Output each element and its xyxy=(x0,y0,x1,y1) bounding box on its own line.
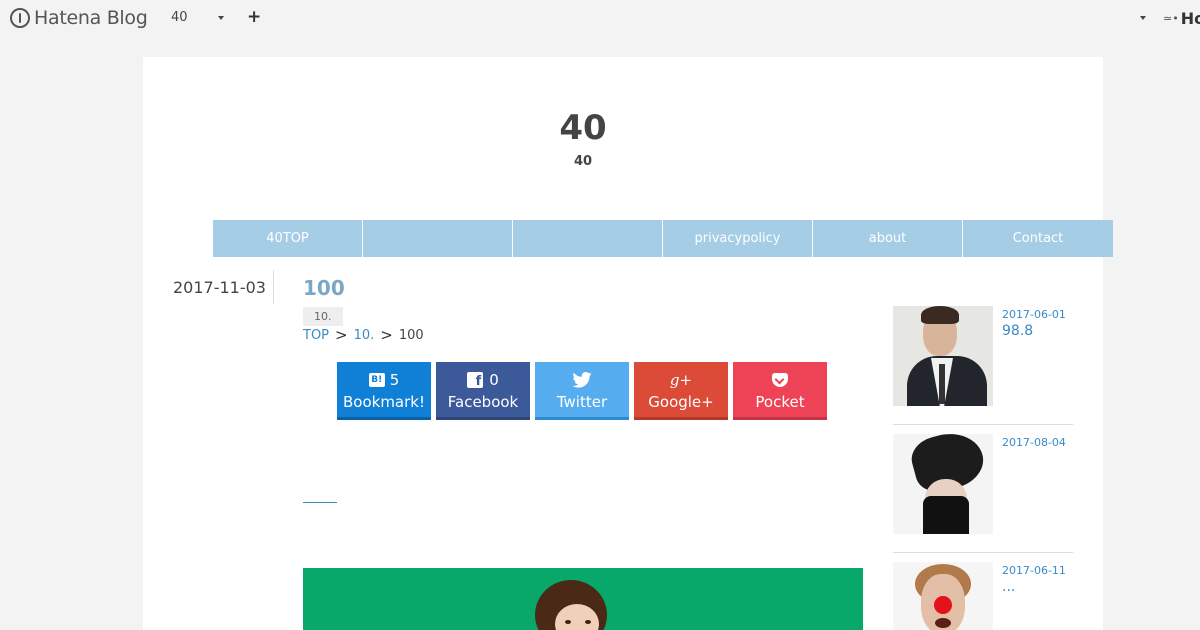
facebook-count: 0 xyxy=(489,370,499,389)
sidebar-thumbnail[interactable] xyxy=(893,562,993,630)
share-buttons: B! 5 Bookmark! f 0 Facebook Twitter g+ G… xyxy=(337,362,832,420)
pocket-icon xyxy=(772,372,788,387)
bookmark-count: 5 xyxy=(389,370,400,389)
thumb-dress xyxy=(923,496,969,534)
nav-item-top[interactable]: 40TOP xyxy=(213,220,363,257)
site-title[interactable]: 40 xyxy=(143,108,1023,148)
nav-item-about[interactable]: about xyxy=(813,220,963,257)
thumb-tie xyxy=(939,364,945,404)
breadcrumb-separator: > xyxy=(335,326,348,344)
hatena-bookmark-icon: B! xyxy=(368,372,385,387)
sidebar-entry-title[interactable]: 98.8 xyxy=(1002,323,1033,339)
hero-eye xyxy=(565,620,571,624)
top-bar: Hatena Blog 40 + ≃• Ho xyxy=(0,0,1200,38)
thumb-hair xyxy=(921,306,959,324)
google-plus-share-button[interactable]: g+ Google+ xyxy=(634,362,728,420)
entry-link[interactable] xyxy=(303,502,337,503)
category-badge[interactable]: 10. xyxy=(303,307,343,326)
breadcrumb-top-link[interactable]: TOP xyxy=(303,328,329,343)
pocket-share-button[interactable]: Pocket xyxy=(733,362,827,420)
breadcrumb-separator: > xyxy=(380,326,393,344)
date-divider xyxy=(273,270,274,304)
pocket-label: Pocket xyxy=(755,392,805,411)
nav-item-2[interactable] xyxy=(363,220,513,257)
entry-title[interactable]: 100 xyxy=(303,276,345,300)
right-logo-text: Ho xyxy=(1180,9,1200,28)
facebook-icon: f xyxy=(467,371,484,388)
hatena-mark-icon: ≃• xyxy=(1163,12,1179,25)
logo-text: Hatena Blog xyxy=(34,7,148,29)
nav-item-privacy-policy[interactable]: privacypolicy xyxy=(663,220,813,257)
entry-hero-image xyxy=(303,568,863,630)
twitter-share-button[interactable]: Twitter xyxy=(535,362,629,420)
thumb-mouth xyxy=(935,618,951,628)
chevron-down-icon[interactable] xyxy=(1140,16,1146,20)
facebook-label: Facebook xyxy=(447,392,519,411)
nav-item-3[interactable] xyxy=(513,220,663,257)
google-plus-icon: g+ xyxy=(669,370,693,389)
global-nav: 40TOP privacypolicy about Contact xyxy=(213,220,1113,257)
twitter-bird-icon xyxy=(572,371,592,388)
blog-selector[interactable]: 40 xyxy=(171,10,188,25)
nav-item-contact[interactable]: Contact xyxy=(963,220,1113,257)
thumb-clown-nose xyxy=(934,596,952,614)
hatena-logo-icon xyxy=(10,8,30,28)
breadcrumb-current: 100 xyxy=(398,327,424,343)
google-plus-label: Google+ xyxy=(648,392,714,411)
site-subtitle: 40 xyxy=(573,154,593,169)
bookmark-label: Bookmark! xyxy=(342,392,425,411)
hatena-bookmark-button[interactable]: B! 5 Bookmark! xyxy=(337,362,431,420)
sidebar-entry-date: 2017-06-01 xyxy=(1002,308,1066,321)
breadcrumb: TOP > 10. > 100 xyxy=(303,326,424,344)
sidebar-divider xyxy=(893,552,1073,553)
hatena-blog-logo[interactable]: Hatena Blog xyxy=(10,7,148,29)
twitter-label: Twitter xyxy=(556,392,608,411)
chevron-down-icon[interactable] xyxy=(218,16,224,20)
entry-date[interactable]: 2017-11-03 xyxy=(173,278,266,297)
breadcrumb-category-link[interactable]: 10. xyxy=(354,328,375,343)
sidebar-divider xyxy=(893,424,1073,425)
sidebar-thumbnail[interactable] xyxy=(893,306,993,406)
sidebar-thumbnail[interactable] xyxy=(893,434,993,534)
hatena-account-logo[interactable]: ≃• Ho xyxy=(1163,9,1200,28)
sidebar-entry-title[interactable]: ... xyxy=(1002,579,1015,595)
sidebar-entry-date: 2017-06-11 xyxy=(1002,564,1066,577)
add-icon[interactable]: + xyxy=(247,7,261,27)
hero-eye xyxy=(585,620,591,624)
sidebar-entry-date: 2017-08-04 xyxy=(1002,436,1066,449)
facebook-share-button[interactable]: f 0 Facebook xyxy=(436,362,530,420)
